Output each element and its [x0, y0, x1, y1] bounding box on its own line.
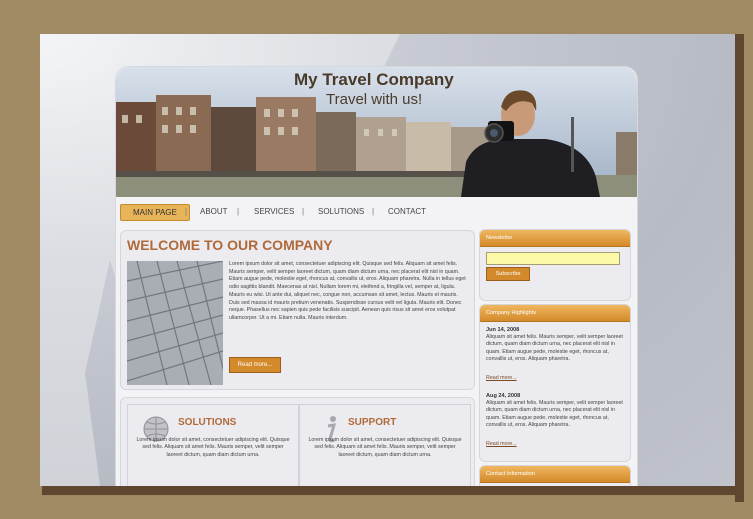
nav-item-solutions[interactable]: SOLUTIONS [318, 204, 364, 219]
nav-item-main-page[interactable]: MAIN PAGE [120, 204, 190, 221]
glass-building-image [127, 261, 223, 385]
website: My Travel Company Travel with us! MAIN P… [115, 66, 638, 486]
welcome-text: Lorem ipsum dolor sit amet, consectetuer… [229, 261, 466, 321]
frame-shadow-right [735, 34, 744, 502]
frame-shadow-bottom [42, 486, 744, 495]
highlight-date: Jun 14, 2008 [486, 327, 520, 333]
solutions-title: SOLUTIONS [178, 417, 237, 428]
newsletter-title: Newsletter [480, 230, 630, 247]
highlight-text: Aliquam sit amet felis. Mauris semper, v… [486, 400, 623, 429]
support-title: SUPPORT [348, 417, 397, 428]
support-column: SUPPORT Lorem ipsum dolor sit amet, cons… [299, 404, 471, 486]
highlight-date: Aug 24, 2008 [486, 393, 521, 399]
highlights-panel: Company Highlights Jun 14, 2008 Aliquam … [479, 304, 631, 462]
services-section: SOLUTIONS Lorem ipsum dolor sit amet, co… [120, 397, 475, 486]
nav-separator: | [372, 207, 375, 216]
newsletter-panel: Newsletter Subscribe [479, 229, 631, 301]
highlights-title: Company Highlights [480, 305, 630, 322]
contact-title: Contact Information [480, 466, 630, 483]
subscribe-button[interactable]: Subscribe [486, 267, 530, 281]
page-background: My Travel Company Travel with us! MAIN P… [40, 34, 735, 486]
nav-item-about[interactable]: ABOUT [200, 204, 228, 219]
highlight-read-more-link[interactable]: Read more... [486, 441, 517, 447]
newsletter-email-input[interactable] [486, 252, 620, 265]
support-text: Lorem ipsum dolor sit amet, consectetuer… [308, 437, 462, 458]
header-banner: My Travel Company Travel with us! [116, 67, 637, 197]
nav-separator: | [302, 207, 305, 216]
read-more-button[interactable]: Read more... [229, 357, 281, 373]
highlight-read-more-link[interactable]: Read more... [486, 375, 517, 381]
main-nav: MAIN PAGE | ABOUT | SERVICES | SOLUTIONS… [116, 200, 637, 222]
site-tagline: Travel with us! [326, 91, 423, 108]
welcome-section: WELCOME TO OUR COMPANY Lorem ipsum dolor… [120, 230, 475, 390]
nav-separator: | [185, 207, 188, 216]
nav-item-services[interactable]: SERVICES [254, 204, 294, 219]
nav-item-contact[interactable]: CONTACT [388, 204, 426, 219]
contact-panel: Contact Information [479, 465, 631, 486]
solutions-text: Lorem ipsum dolor sit amet, consectetuer… [136, 437, 290, 458]
nav-separator: | [237, 207, 240, 216]
welcome-heading: WELCOME TO OUR COMPANY [127, 237, 333, 253]
site-title: My Travel Company [294, 70, 454, 89]
highlight-text: Aliquam sit amet felis. Mauris semper, v… [486, 334, 623, 363]
solutions-column: SOLUTIONS Lorem ipsum dolor sit amet, co… [127, 404, 299, 486]
